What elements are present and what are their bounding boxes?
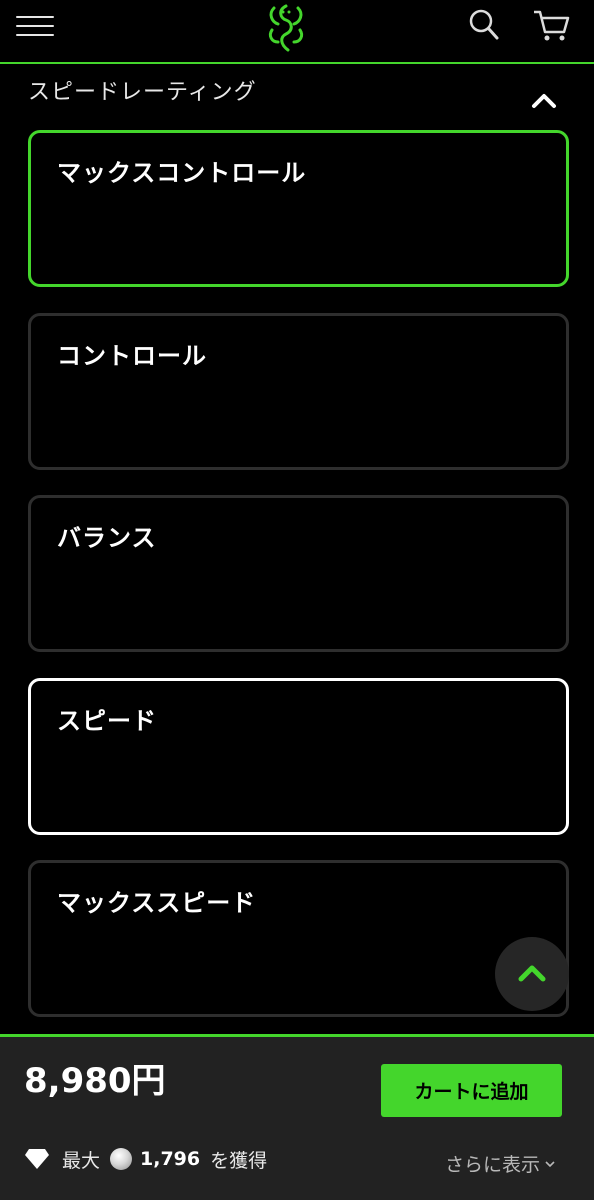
search-icon[interactable]: [468, 8, 500, 42]
show-more-label: さらに表示: [445, 1154, 541, 1176]
razer-snake-logo-icon[interactable]: [258, 0, 314, 56]
option-balance[interactable]: バランス: [28, 495, 569, 652]
hamburger-icon[interactable]: [16, 13, 54, 39]
back-to-top-button[interactable]: [495, 937, 569, 1011]
price: 8,980円: [24, 1061, 166, 1101]
speed-rating-heading: スピードレーティング: [28, 80, 257, 105]
option-max-speed[interactable]: マックススピード: [28, 860, 569, 1017]
option-label: スピード: [57, 707, 157, 735]
option-label: バランス: [57, 524, 157, 552]
diamond-icon: [25, 1149, 49, 1169]
option-label: マックススピード: [57, 889, 257, 917]
option-control[interactable]: コントロール: [28, 313, 569, 470]
show-more-link[interactable]: さらに表示: [445, 1150, 556, 1177]
option-max-control[interactable]: マックスコントロール: [28, 130, 569, 287]
rewards-amount: 1,796: [140, 1148, 201, 1170]
silver-coin-icon: [110, 1148, 133, 1170]
purchase-bar: 8,980円 カートに追加 最大 1,796 を獲得 さらに表示: [0, 1034, 594, 1200]
option-label: マックスコントロール: [57, 159, 307, 187]
chevron-up-icon: [518, 965, 546, 982]
add-to-cart-button[interactable]: カートに追加: [381, 1064, 562, 1117]
chevron-up-icon[interactable]: [528, 86, 560, 114]
top-header: [0, 0, 594, 64]
option-speed[interactable]: スピード: [28, 678, 569, 835]
rewards-info: 最大 1,796 を獲得: [24, 1142, 267, 1176]
rewards-suffix: を獲得: [210, 1149, 268, 1172]
chevron-down-icon: [545, 1160, 555, 1167]
option-label: コントロール: [57, 342, 207, 370]
cart-icon[interactable]: [532, 8, 570, 42]
rewards-prefix: 最大: [62, 1149, 101, 1172]
